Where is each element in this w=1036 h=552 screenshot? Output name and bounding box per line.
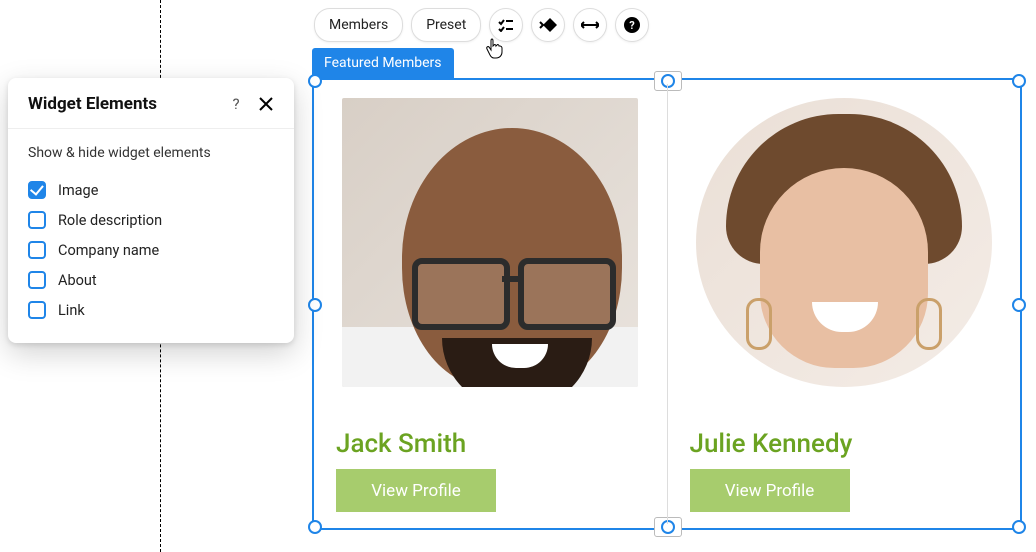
view-profile-button[interactable]: View Profile [336, 469, 496, 512]
panel-help-icon[interactable]: ? [226, 95, 246, 113]
widget-selection-frame[interactable]: Jack Smith View Profile Julie Kennedy Vi… [312, 78, 1022, 530]
view-profile-button[interactable]: View Profile [690, 469, 850, 512]
cursor-hand-icon [485, 38, 505, 64]
preset-button[interactable]: Preset [411, 8, 481, 42]
checkbox-icon [28, 211, 46, 229]
member-card[interactable]: Julie Kennedy View Profile [668, 80, 1021, 528]
member-cards: Jack Smith View Profile Julie Kennedy Vi… [314, 80, 1020, 528]
widget-toolbar: Members Preset ? [314, 9, 649, 41]
svg-text:?: ? [630, 19, 636, 32]
member-photo [696, 98, 992, 387]
checkbox-label: Image [58, 182, 98, 199]
widget-elements-panel: Widget Elements ? Show & hide widget ele… [8, 78, 294, 343]
checkbox-company-name[interactable]: Company name [28, 235, 274, 265]
checkbox-icon [28, 301, 46, 319]
panel-title: Widget Elements [28, 94, 226, 114]
checkbox-image[interactable]: Image [28, 175, 274, 205]
checkbox-label: About [58, 272, 97, 289]
list-settings-icon[interactable] [489, 8, 523, 42]
animation-icon[interactable] [531, 8, 565, 42]
checkbox-label: Link [58, 302, 85, 319]
panel-subtitle: Show & hide widget elements [28, 145, 274, 161]
checkbox-icon [28, 181, 46, 199]
stretch-icon[interactable] [573, 8, 607, 42]
checkbox-label: Company name [58, 242, 159, 259]
help-icon[interactable]: ? [615, 8, 649, 42]
member-name: Jack Smith [336, 429, 645, 459]
checkbox-label: Role description [58, 212, 162, 229]
member-photo [342, 98, 638, 387]
member-card[interactable]: Jack Smith View Profile [314, 80, 667, 528]
checkbox-role-description[interactable]: Role description [28, 205, 274, 235]
checkbox-link[interactable]: Link [28, 295, 274, 325]
checkbox-icon [28, 271, 46, 289]
checkbox-icon [28, 241, 46, 259]
widget-tab-featured-members[interactable]: Featured Members [312, 48, 454, 78]
member-name: Julie Kennedy [690, 429, 999, 459]
checkbox-about[interactable]: About [28, 265, 274, 295]
members-button[interactable]: Members [314, 8, 403, 42]
close-icon[interactable] [256, 94, 276, 114]
